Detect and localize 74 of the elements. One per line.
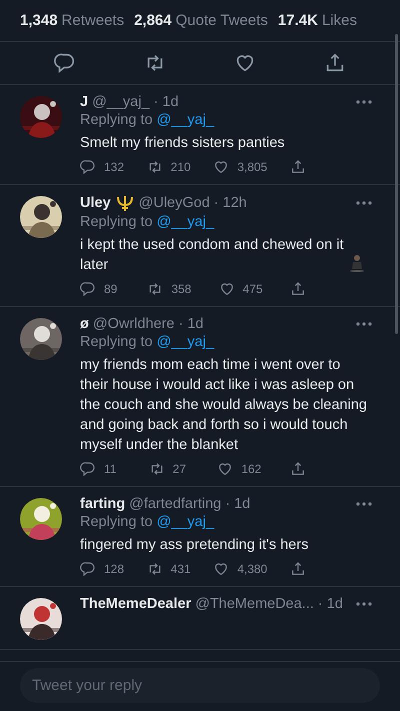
more-icon[interactable]: [356, 100, 372, 104]
separator-dot: ·: [178, 316, 184, 332]
comment-icon[interactable]: [80, 281, 96, 297]
share-icon[interactable]: [290, 461, 306, 477]
stat-count: 2,864: [134, 12, 172, 29]
retweet-count: 27: [172, 462, 186, 476]
retweet-count: 358: [171, 282, 192, 296]
reply-count: 89: [104, 282, 118, 296]
reply-text: my friends mom each time i went over to their house i would act like i was asleep on the couch and she would always be cleaning and going back and forth so i would touch myself under the blanket: [80, 357, 367, 453]
reply-input-field[interactable]: Tweet your reply: [20, 668, 380, 703]
share-icon[interactable]: [290, 159, 306, 175]
heart-icon[interactable]: [213, 561, 230, 577]
heart-icon[interactable]: [218, 281, 235, 297]
display-name[interactable]: TheMemeDealer: [80, 596, 192, 612]
more-icon[interactable]: [356, 502, 372, 506]
retweet-icon[interactable]: [147, 281, 164, 297]
display-name[interactable]: ø: [80, 316, 89, 332]
user-handle[interactable]: @Owrldhere: [92, 316, 174, 332]
comment-icon[interactable]: [80, 561, 96, 577]
reply-text: fingered my ass pretending it's hers: [80, 537, 308, 553]
replying-to-label: Replying to: [80, 214, 153, 230]
separator-dot: ·: [318, 596, 323, 612]
user-handle[interactable]: @TheMemeDea...: [195, 596, 314, 612]
reply-text: i kept the used condom and chewed on it later: [80, 236, 345, 275]
time-ago: 1d: [326, 596, 343, 612]
display-name[interactable]: farting: [80, 496, 126, 512]
mention-link[interactable]: @__yaj_: [156, 334, 214, 350]
mention-link[interactable]: @__yaj_: [156, 112, 214, 128]
time-ago: 1d: [187, 316, 204, 332]
like-count: 4,380: [237, 562, 268, 576]
share-icon[interactable]: [290, 561, 306, 577]
like-count: 162: [241, 462, 262, 476]
heart-icon[interactable]: [213, 159, 230, 175]
replying-to-label: Replying to: [80, 112, 153, 128]
reply-count: 128: [104, 562, 124, 576]
like-count: 475: [242, 282, 263, 296]
separator-dot: ·: [154, 94, 158, 110]
more-icon[interactable]: [356, 322, 372, 326]
stat-count: 1,348: [20, 12, 58, 29]
display-name[interactable]: Uley: [80, 195, 111, 211]
retweet-icon[interactable]: [148, 461, 165, 477]
like-count: 3,805: [237, 160, 268, 174]
replying-to-label: Replying to: [80, 334, 153, 350]
more-icon[interactable]: [356, 602, 372, 606]
user-handle[interactable]: @UleyGod: [138, 195, 210, 211]
reply-text: Smelt my friends sisters panties: [80, 135, 285, 151]
user-handle[interactable]: @fartedfarting: [129, 496, 222, 512]
time-ago: 12h: [222, 195, 247, 211]
heart-icon[interactable]: [217, 461, 234, 477]
stat-label[interactable]: Quote Tweets: [176, 12, 268, 29]
user-handle[interactable]: @__yaj_: [92, 94, 150, 110]
retweet-count: 431: [170, 562, 191, 576]
separator-dot: ·: [225, 496, 230, 512]
comment-icon[interactable]: [54, 52, 76, 74]
retweet-icon[interactable]: [146, 159, 163, 175]
mention-link[interactable]: @__yaj_: [156, 514, 214, 530]
replying-to-label: Replying to: [80, 514, 153, 530]
retweet-icon[interactable]: [146, 561, 163, 577]
separator-dot: ·: [214, 195, 219, 211]
time-ago: 1d: [234, 496, 250, 512]
mention-link[interactable]: @__yaj_: [156, 214, 214, 230]
reply-count: 11: [104, 462, 116, 476]
more-icon[interactable]: [356, 201, 372, 205]
time-ago: 1d: [162, 94, 179, 110]
retweet-count: 210: [170, 160, 191, 174]
share-icon[interactable]: [290, 281, 306, 297]
share-icon[interactable]: [324, 52, 346, 74]
display-name[interactable]: J: [80, 94, 88, 110]
comment-icon[interactable]: [80, 159, 96, 175]
comment-icon[interactable]: [80, 461, 96, 477]
stat-label[interactable]: Likes: [322, 12, 357, 29]
stat-label[interactable]: Retweets: [62, 12, 124, 29]
stat-count: 17.4K: [278, 12, 318, 29]
reply-count: 132: [104, 160, 124, 174]
